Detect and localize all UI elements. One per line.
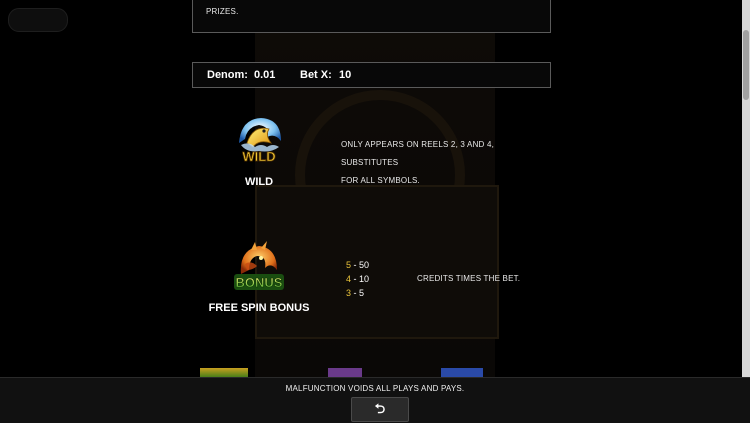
wild-description-line-1: ONLY APPEARS ON REELS 2, 3 AND 4, SUBSTI… [341,140,495,167]
wild-description-line-2: FOR ALL SYMBOLS. [341,176,420,185]
menu-button [8,8,68,32]
game-background [255,30,499,423]
denom-value: 0.01 [254,69,276,81]
bonus-symbol-name: FREE SPIN BONUS [208,302,310,314]
pay-row-4: 4 - 10 [346,274,370,284]
bonus-icon-text: BONUS [236,275,283,290]
scrollbar-thumb[interactable] [743,30,749,100]
betx-value: 10 [339,69,352,81]
prizes-panel: PRIZES. [192,0,551,33]
malfunction-notice: MALFUNCTION VOIDS ALL PLAYS AND PAYS. [285,384,465,393]
wild-description: ONLY APPEARS ON REELS 2, 3 AND 4, SUBSTI… [341,136,541,190]
bonus-pay-note: CREDITS TIMES THE BET. [417,274,521,283]
wild-icon-text: WILD [242,149,275,164]
back-button[interactable]: ⮌ [351,397,409,422]
paytable-screen: PRIZES. Denom: 0.01 Bet X: 10 WILD WILD … [0,0,750,423]
wild-symbol-icon: WILD [231,113,287,169]
bonus-symbol-icon: BONUS [231,240,287,296]
return-arrow-icon: ⮌ [374,401,386,416]
scrollbar[interactable] [742,0,750,423]
denom-label: Denom: [207,69,248,81]
pay-row-3: 3 - 5 [346,288,365,298]
game-reels [255,185,499,339]
bet-info-bar: Denom: 0.01 Bet X: 10 [192,62,551,88]
pay-row-5: 5 - 50 [346,260,370,270]
wild-symbol-name: WILD [244,176,274,188]
footer-bar: MALFUNCTION VOIDS ALL PLAYS AND PAYS. ⮌ [0,377,750,423]
prizes-text: PRIZES. [206,7,239,16]
betx-label: Bet X: [300,69,332,81]
